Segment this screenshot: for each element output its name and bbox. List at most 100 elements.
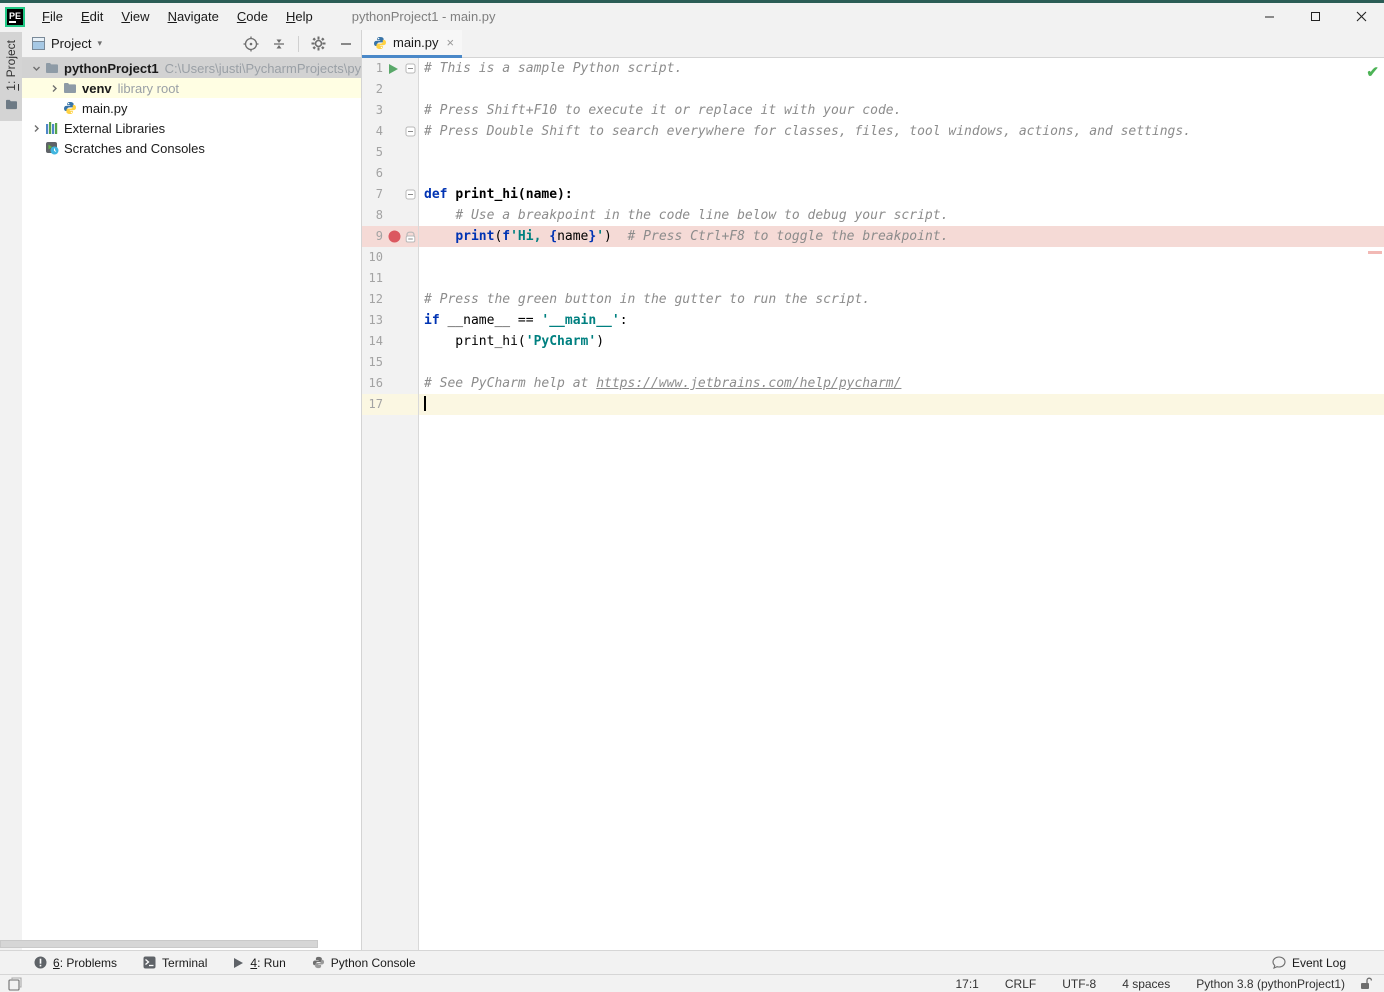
hide-button[interactable] xyxy=(337,35,355,53)
sidebar-item-project[interactable]: 1: Project xyxy=(0,32,22,121)
code-line-5[interactable]: 5 xyxy=(362,142,1384,163)
menu-navigate[interactable]: Navigate xyxy=(159,3,228,30)
fold-collapse-icon[interactable] xyxy=(405,121,416,142)
token-str: 'Hi, xyxy=(510,229,550,244)
code-line-15[interactable]: 15 xyxy=(362,352,1384,373)
token-kw: print xyxy=(455,229,495,244)
code-editor[interactable]: 1 # This is a sample Python script. 2 3 # Pr… xyxy=(362,58,1384,950)
gutter-line-9[interactable]: 9 xyxy=(362,226,419,247)
line-number: 3 xyxy=(375,103,383,117)
gutter-line-12[interactable]: 12 xyxy=(362,289,419,310)
code-line-2[interactable]: 2 xyxy=(362,79,1384,100)
gutter-line-13[interactable]: 13 xyxy=(362,310,419,331)
library-icon xyxy=(45,121,59,135)
toolwindow-button-terminal[interactable]: Terminal xyxy=(143,951,207,975)
menu-edit[interactable]: Edit xyxy=(72,3,112,30)
fold-lock-icon[interactable] xyxy=(405,226,416,247)
gutter-line-3[interactable]: 3 xyxy=(362,100,419,121)
code-line-3[interactable]: 3 # Press Shift+F10 to execute it or repl… xyxy=(362,100,1384,121)
tree-item-venv[interactable]: venv library root xyxy=(22,78,361,98)
gutter-line-11[interactable]: 11 xyxy=(362,268,419,289)
code-line-9[interactable]: 9 print(f'Hi, {name}') # Press Ctrl+F8 t… xyxy=(362,226,1384,247)
fold-collapse-icon[interactable] xyxy=(405,184,416,205)
minimize-button[interactable] xyxy=(1246,3,1292,30)
tab-main.py[interactable]: main.py × xyxy=(361,30,463,58)
project-view-combo[interactable]: Project ▾ xyxy=(32,36,102,51)
token-link: https://www.jetbrains.com/help/pycharm/ xyxy=(596,376,902,391)
locate-button[interactable] xyxy=(242,35,260,53)
code-line-12[interactable]: 12 # Press the green button in the gutter… xyxy=(362,289,1384,310)
chevron-right-icon[interactable] xyxy=(46,84,62,93)
gutter-line-6[interactable]: 6 xyxy=(362,163,419,184)
status-line-separator[interactable]: CRLF xyxy=(992,977,1049,991)
inspections-ok-icon[interactable]: ✔ xyxy=(1366,63,1379,81)
tree-item-external-libraries[interactable]: External Libraries xyxy=(22,118,361,138)
maximize-button[interactable] xyxy=(1292,3,1338,30)
breakpoint-icon[interactable] xyxy=(388,226,401,247)
folder-icon xyxy=(5,97,18,115)
status-encoding[interactable]: UTF-8 xyxy=(1049,977,1109,991)
code-line-6[interactable]: 6 xyxy=(362,163,1384,184)
gutter-line-1[interactable]: 1 xyxy=(362,58,419,79)
collapse-all-button[interactable] xyxy=(270,35,288,53)
gutter-line-7[interactable]: 7 xyxy=(362,184,419,205)
menu-view[interactable]: View xyxy=(112,3,158,30)
line-number: 8 xyxy=(375,208,383,222)
error-stripe-breakpoint-mark[interactable] xyxy=(1368,251,1382,254)
code-line-1[interactable]: 1 # This is a sample Python script. xyxy=(362,58,1384,79)
status-caret-position[interactable]: 17:1 xyxy=(943,977,992,991)
code-line-7[interactable]: 7 def print_hi(name): xyxy=(362,184,1384,205)
gutter-line-8[interactable]: 8 xyxy=(362,205,419,226)
chevron-down-icon[interactable] xyxy=(28,64,44,73)
gutter-line-16[interactable]: 16 xyxy=(362,373,419,394)
gutter-line-17[interactable]: 17 xyxy=(362,394,419,415)
tree-item-scratches-and-consoles[interactable]: Scratches and Consoles xyxy=(22,138,361,158)
code-line-17[interactable]: 17 xyxy=(362,394,1384,415)
code-line-13[interactable]: 13 if __name__ == '__main__': xyxy=(362,310,1384,331)
line-number: 10 xyxy=(368,250,383,264)
toolwindow-button-label: Python Console xyxy=(330,955,416,970)
run-icon[interactable] xyxy=(388,58,399,79)
line-number: 17 xyxy=(368,397,383,411)
toolwindow-button-6-problems[interactable]: 6: Problems xyxy=(34,951,117,975)
toolwindow-button-4-run[interactable]: 4: Run xyxy=(233,951,286,975)
code-line-11[interactable]: 11 xyxy=(362,268,1384,289)
tree-item-label: venv xyxy=(82,80,112,96)
menu-code[interactable]: Code xyxy=(228,3,277,30)
toolwindow-button-label: Terminal xyxy=(162,955,208,970)
close-button[interactable] xyxy=(1338,3,1384,30)
tool-windows-icon[interactable] xyxy=(8,976,22,991)
locate-icon xyxy=(243,36,259,52)
fold-collapse-icon[interactable] xyxy=(405,58,416,79)
menu-file[interactable]: File xyxy=(33,3,72,30)
readonly-lock-icon[interactable] xyxy=(1360,977,1372,990)
code-line-8[interactable]: 8 # Use a breakpoint in the code line be… xyxy=(362,205,1384,226)
tree-item-pythonproject1[interactable]: pythonProject1 C:\Users\justi\PycharmProj… xyxy=(22,58,361,78)
toolwindow-button-event-log[interactable]: Event Log xyxy=(1272,951,1346,975)
code-line-14[interactable]: 14 print_hi('PyCharm') xyxy=(362,331,1384,352)
unlocked-padlock-icon xyxy=(1360,977,1372,990)
gutter-line-10[interactable]: 10 xyxy=(362,247,419,268)
status-interpreter[interactable]: Python 3.8 (pythonProject1) xyxy=(1183,977,1358,991)
status-indent[interactable]: 4 spaces xyxy=(1109,977,1183,991)
window-controls xyxy=(1246,3,1384,30)
menu-help[interactable]: Help xyxy=(277,3,322,30)
toolwindow-button-python-console[interactable]: Python Console xyxy=(312,951,416,975)
gutter-line-4[interactable]: 4 xyxy=(362,121,419,142)
fold-icon xyxy=(405,63,416,74)
gutter-line-5[interactable]: 5 xyxy=(362,142,419,163)
chevron-right-icon[interactable] xyxy=(28,124,44,133)
code-text: def print_hi(name): xyxy=(419,184,573,205)
settings-button[interactable] xyxy=(309,35,327,53)
gutter-line-2[interactable]: 2 xyxy=(362,79,419,100)
code-line-16[interactable]: 16 # See PyCharm help at https://www.jetb… xyxy=(362,373,1384,394)
token-kw: if xyxy=(424,313,440,328)
tree-item-main-py[interactable]: main.py xyxy=(22,98,361,118)
project-horizontal-scrollbar[interactable] xyxy=(0,940,318,948)
code-line-4[interactable]: 4 # Press Double Shift to search everywhe… xyxy=(362,121,1384,142)
code-line-10[interactable]: 10 xyxy=(362,247,1384,268)
line-number: 12 xyxy=(368,292,383,306)
tab-close-icon[interactable]: × xyxy=(447,35,455,50)
gutter-line-14[interactable]: 14 xyxy=(362,331,419,352)
gutter-line-15[interactable]: 15 xyxy=(362,352,419,373)
